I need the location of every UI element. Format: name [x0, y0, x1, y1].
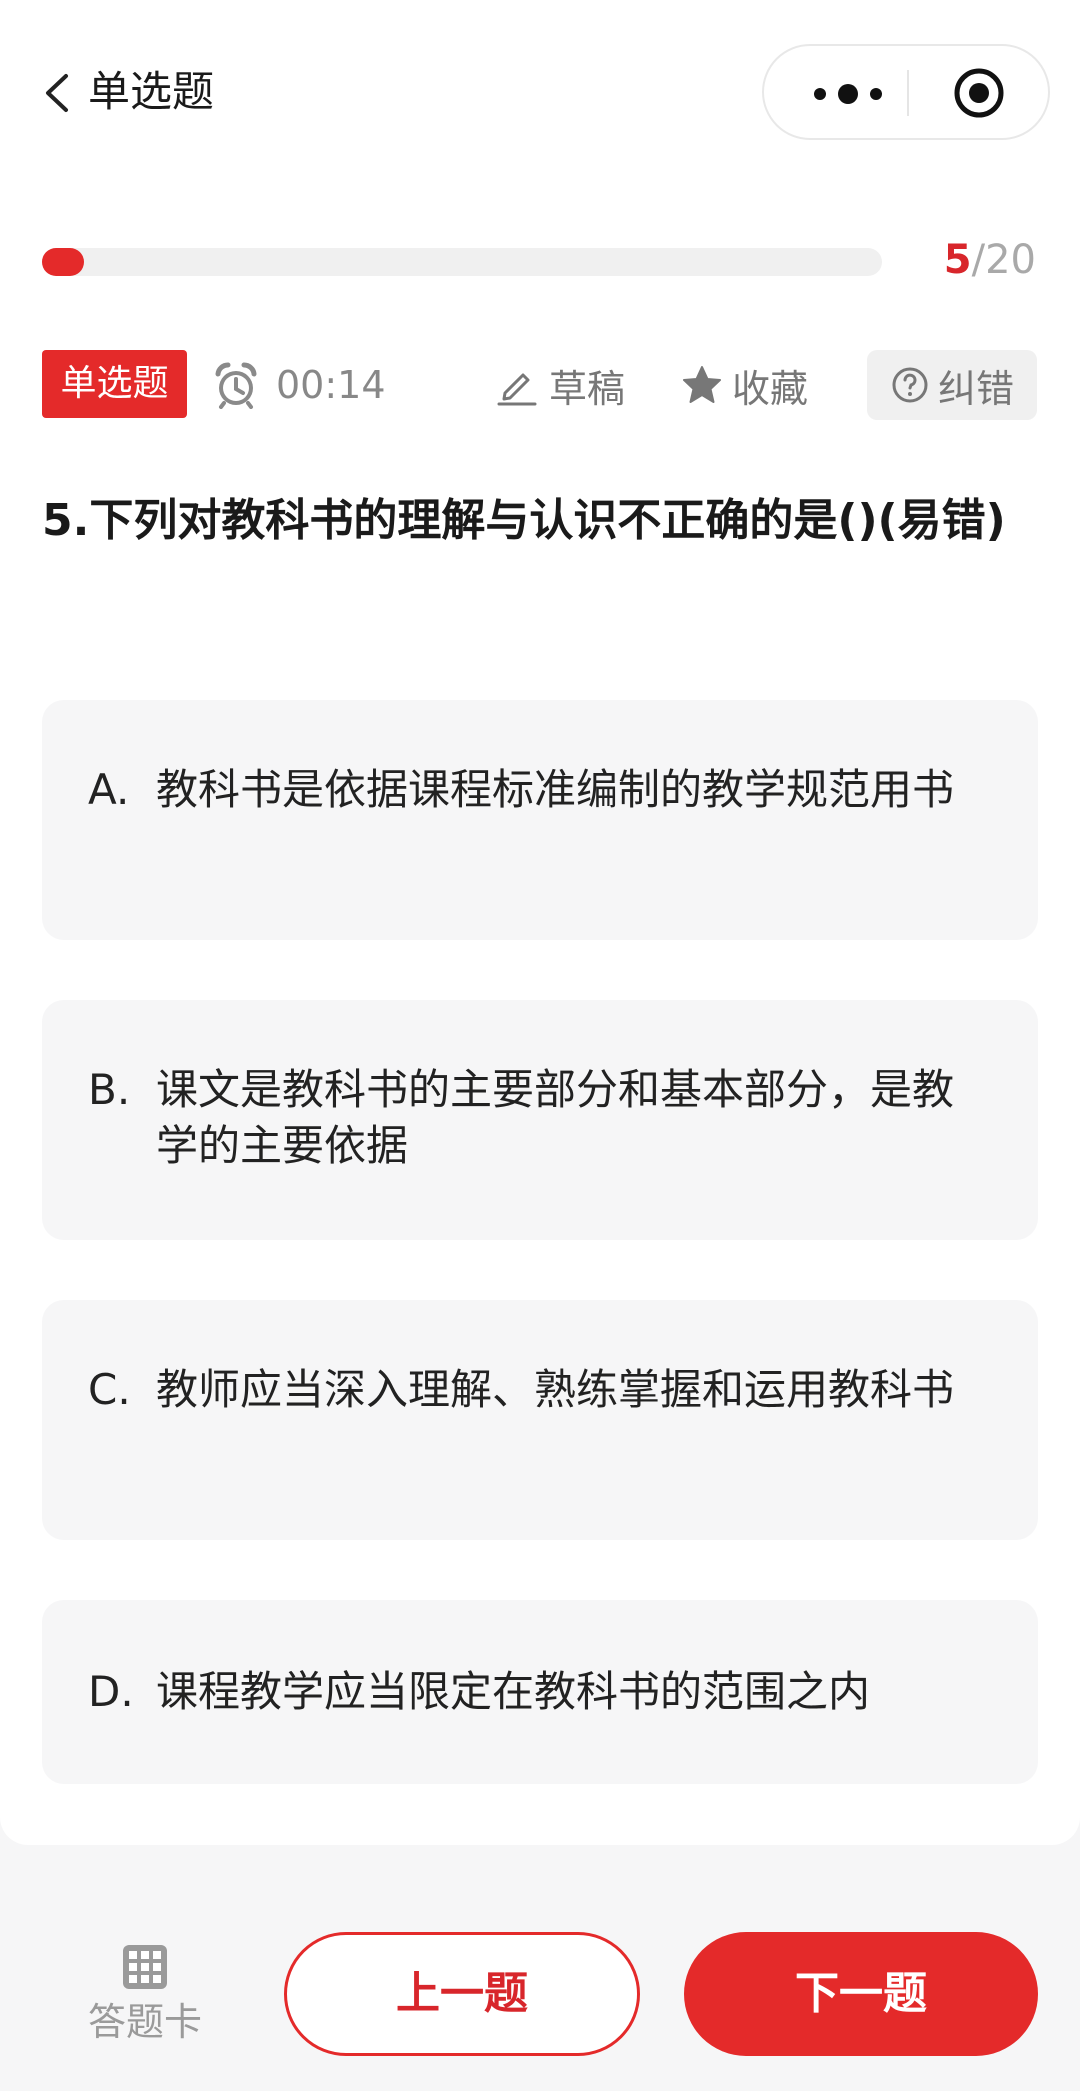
option-a[interactable]: A. 教科书是依据课程标准编制的教学规范用书 — [42, 700, 1038, 940]
option-text: 教师应当深入理解、熟练掌握和运用教科书 — [156, 1365, 955, 1414]
option-letter: A. — [88, 765, 130, 814]
option-letter: D. — [88, 1667, 134, 1716]
draft-label: 草稿 — [549, 366, 626, 411]
more-dots-icon[interactable] — [804, 74, 904, 114]
answer-card-button[interactable]: 答题卡 — [80, 1944, 210, 2054]
timer-text: 00:14 — [276, 363, 386, 407]
question-text: 5.下列对教科书的理解与认识不正确的是()(易错) — [42, 495, 1006, 546]
pencil-icon — [497, 373, 537, 406]
progress-total: 20 — [985, 237, 1036, 283]
page-title: 单选题 — [88, 67, 215, 116]
target-icon[interactable] — [952, 66, 1006, 120]
back-button[interactable] — [38, 68, 78, 118]
favorite-button[interactable]: 收藏 — [680, 352, 808, 418]
question-circle-icon — [892, 367, 928, 403]
option-letter: C. — [88, 1365, 131, 1414]
bottom-bar: 答题卡 上一题 下一题 — [0, 1900, 1080, 2091]
report-error-button[interactable]: 纠错 — [867, 350, 1037, 420]
report-label: 纠错 — [937, 366, 1014, 411]
option-d[interactable]: D. 课程教学应当限定在教科书的范围之内 — [42, 1600, 1038, 1784]
option-text: 课文是教科书的主要部分和基本部分，是教学的主要依据 — [156, 1065, 955, 1170]
option-text: 教科书是依据课程标准编制的教学规范用书 — [156, 765, 955, 814]
alarm-clock-icon — [215, 362, 257, 409]
grid-icon — [123, 1945, 167, 1989]
next-question-button[interactable]: 下一题 — [684, 1932, 1038, 2056]
favorite-label: 收藏 — [732, 366, 809, 411]
option-letter: B. — [88, 1065, 131, 1114]
option-c[interactable]: C. 教师应当深入理解、熟练掌握和运用教科书 — [42, 1300, 1038, 1540]
progress-bar — [42, 248, 882, 276]
back-arrow-icon — [46, 74, 68, 112]
progress-current: 5 — [943, 237, 972, 283]
question-type-badge: 单选题 — [42, 350, 187, 418]
progress-fill — [42, 248, 84, 276]
progress-counter: 5/20 — [944, 234, 1036, 286]
capsule-divider — [907, 70, 909, 116]
previous-question-button[interactable]: 上一题 — [284, 1932, 640, 2056]
question-card: 单选题 5/20 单选题 00:14 草稿 收藏 纠错 5.下列对教科书的理解与… — [0, 0, 1080, 1845]
progress-separator: / — [971, 237, 986, 283]
draft-button[interactable]: 草稿 — [495, 352, 625, 418]
option-b[interactable]: B. 课文是教科书的主要部分和基本部分，是教学的主要依据 — [42, 1000, 1038, 1240]
star-icon — [683, 366, 721, 403]
answer-card-label: 答题卡 — [87, 2000, 202, 2044]
miniapp-capsule — [762, 44, 1050, 140]
option-text: 课程教学应当限定在教科书的范围之内 — [156, 1667, 871, 1716]
